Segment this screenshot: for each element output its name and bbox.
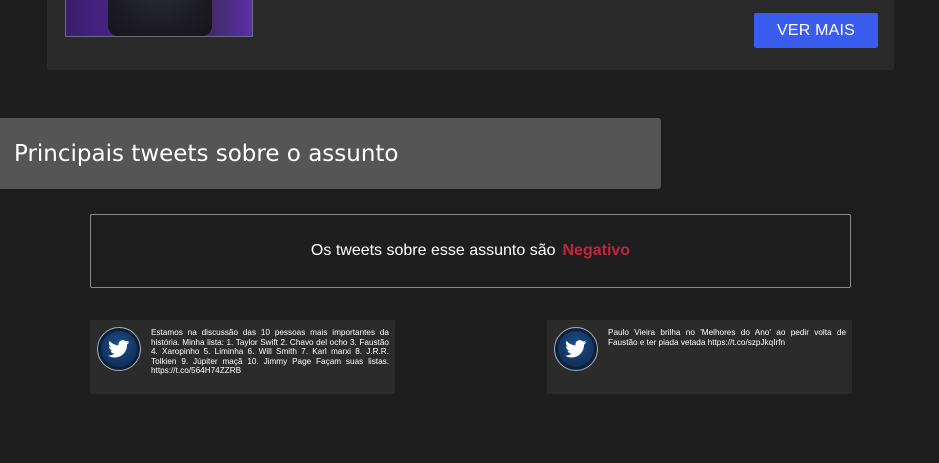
news-thumbnail[interactable] [65,0,253,37]
ver-mais-button[interactable]: VER MAIS [754,13,878,48]
page: VER MAIS Principais tweets sobre o assun… [0,0,939,463]
twitter-avatar [97,327,141,371]
twitter-bird-icon [565,340,587,358]
sentiment-box: Os tweets sobre esse assunto são Negativ… [90,214,851,288]
thumbnail-person-image [108,0,212,36]
sentiment-prefix: Os tweets sobre esse assunto são [310,242,556,259]
tweet-card[interactable]: Paulo Vieira brilha no 'Melhores do Ano'… [547,320,852,394]
section-title: Principais tweets sobre o assunto [14,140,399,167]
tweet-text: Paulo Vieira brilha no 'Melhores do Ano'… [608,328,846,347]
twitter-avatar [554,327,598,371]
news-card: VER MAIS [47,0,894,70]
section-header: Principais tweets sobre o assunto [0,118,661,189]
tweet-card[interactable]: Estamos na discussão das 10 pessoas mais… [90,320,395,394]
sentiment-value: Negativo [562,242,631,259]
twitter-bird-icon [108,340,130,358]
tweet-text: Estamos na discussão das 10 pessoas mais… [151,328,389,376]
